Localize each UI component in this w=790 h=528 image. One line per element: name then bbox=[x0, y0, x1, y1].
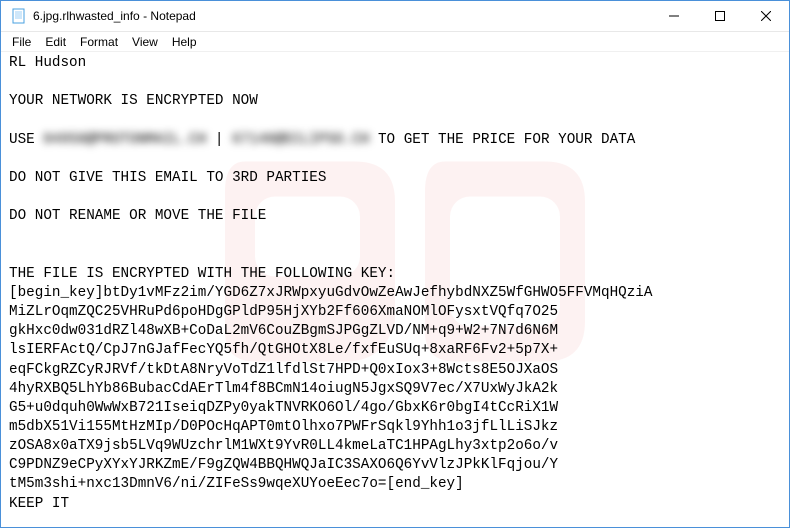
menu-format[interactable]: Format bbox=[73, 34, 125, 50]
key-line: lsIERFActQ/CpJ7nGJafFecYQ5fh/QtGHOtX8Le/… bbox=[9, 342, 558, 358]
key-line: 4hyRXBQ5LhYb86BubacCdAErTlm4f8BCmN14oiug… bbox=[9, 381, 558, 397]
text-line-suffix: TO GET THE PRICE FOR YOUR DATA bbox=[369, 132, 635, 148]
key-line: [begin_key]btDy1vMFz2im/YGD6Z7xJRWpxyuGd… bbox=[9, 285, 652, 301]
text-line: THE FILE IS ENCRYPTED WITH THE FOLLOWING… bbox=[9, 266, 395, 282]
text-line: DO NOT RENAME OR MOVE THE FILE bbox=[9, 208, 266, 224]
maximize-button[interactable] bbox=[697, 1, 743, 31]
menu-help[interactable]: Help bbox=[165, 34, 204, 50]
text-line: DO NOT GIVE THIS EMAIL TO 3RD PARTIES bbox=[9, 170, 326, 186]
menu-edit[interactable]: Edit bbox=[38, 34, 73, 50]
text-area[interactable]: RL Hudson YOUR NETWORK IS ENCRYPTED NOW … bbox=[1, 52, 789, 516]
key-line: C9PDNZ9eCPyXYxYJRKZmE/F9gZQW4BBQHWQJaIC3… bbox=[9, 457, 558, 473]
text-line: YOUR NETWORK IS ENCRYPTED NOW bbox=[9, 93, 258, 109]
text-line-prefix: USE bbox=[9, 132, 43, 148]
redacted-email-1: 04950@PROTONMAIL.CH bbox=[43, 132, 206, 148]
key-line: gkHxc0dw031dRZl48wXB+CoDaL2mV6CouZBgmSJP… bbox=[9, 323, 558, 339]
menubar: File Edit Format View Help bbox=[1, 32, 789, 52]
key-line: m5dbX51Vi155MtHzMIp/D0POcHqAPT0mtOlhxo7P… bbox=[9, 419, 558, 435]
window-controls bbox=[651, 1, 789, 31]
window-title: 6.jpg.rlhwasted_info - Notepad bbox=[33, 9, 651, 23]
titlebar: 6.jpg.rlhwasted_info - Notepad bbox=[1, 1, 789, 32]
text-sep: | bbox=[206, 132, 232, 148]
key-line: eqFCkgRZCyRJRVf/tkDtA8NryVoTdZ1lfdlSt7HP… bbox=[9, 362, 558, 378]
key-line: G5+u0dquh0WwWxB721IseiqDZPy0yakTNVRKO6Ol… bbox=[9, 400, 558, 416]
menu-view[interactable]: View bbox=[125, 34, 165, 50]
key-line: zOSA8x0aTX9jsb5LVq9WUzchrlM1WXt9YvR0LL4k… bbox=[9, 438, 558, 454]
notepad-icon bbox=[11, 8, 27, 24]
redacted-email-2: 67140@ECLIPSO.CH bbox=[232, 132, 369, 148]
close-button[interactable] bbox=[743, 1, 789, 31]
minimize-button[interactable] bbox=[651, 1, 697, 31]
menu-file[interactable]: File bbox=[5, 34, 38, 50]
key-line: MiZLrOqmZQC25VHRuPd6poHDgGPldP95HjXYb2Ff… bbox=[9, 304, 558, 320]
text-line: RL Hudson bbox=[9, 55, 86, 71]
text-line: KEEP IT bbox=[9, 496, 69, 512]
key-line: tM5m3shi+nxc13DmnV6/ni/ZIFeSs9wqeXUYoeEe… bbox=[9, 476, 464, 492]
